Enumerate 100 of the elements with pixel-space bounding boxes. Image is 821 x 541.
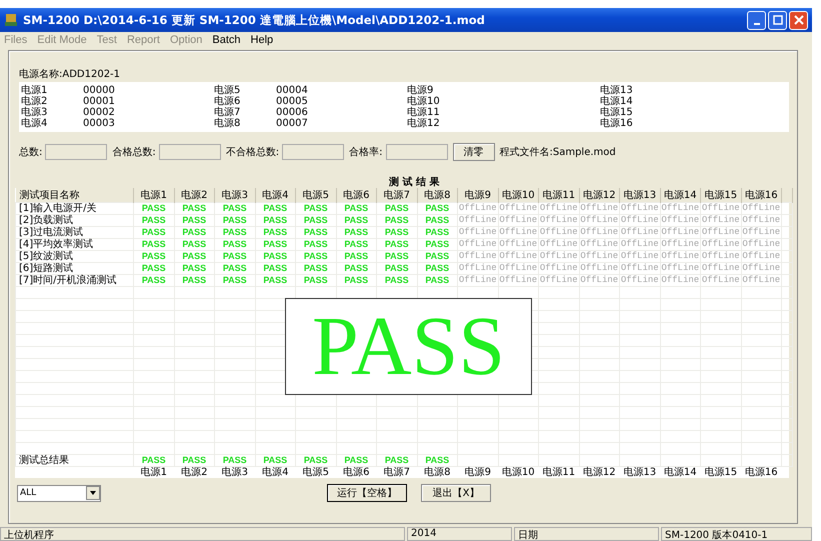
test-item-name: [1]输入电源开/关 — [16, 202, 134, 214]
result-cell: PASS — [214, 238, 255, 250]
result-cell: PASS — [336, 238, 376, 250]
result-cell: PASS — [376, 214, 417, 226]
channel-code: 00005 — [276, 96, 308, 107]
result-cell: PASS — [255, 238, 296, 250]
result-cell: PASS — [174, 262, 214, 274]
counter-field[interactable] — [45, 144, 108, 160]
run-button[interactable]: 运行【空格】 — [327, 484, 407, 502]
result-cell: OffLine — [498, 262, 538, 274]
program-file-label: 程式文件名:Sample.mod — [500, 146, 616, 159]
result-cell: OffLine — [741, 262, 782, 274]
result-cell: PASS — [417, 274, 458, 286]
column-footer: 电源10 — [498, 466, 538, 478]
channel-code: 00001 — [83, 96, 115, 107]
result-cell: OffLine — [741, 214, 782, 226]
column-footer: 电源8 — [417, 466, 458, 478]
result-cell: OffLine — [498, 214, 538, 226]
column-header: 电源6 — [336, 188, 376, 202]
counter-field[interactable] — [282, 144, 344, 160]
column-header: 测试项目名称 — [16, 188, 134, 202]
channel-label: 电源5 — [214, 85, 242, 96]
result-cell: PASS — [214, 262, 255, 274]
column-header: 电源15 — [700, 188, 741, 202]
result-cell: OffLine — [579, 214, 620, 226]
column-header: 电源3 — [214, 188, 255, 202]
channel-code: 00003 — [83, 118, 115, 129]
result-cell: PASS — [336, 226, 376, 238]
total-result-label: 测试总结果 — [16, 454, 134, 466]
result-cell: PASS — [376, 226, 417, 238]
result-cell: OffLine — [660, 214, 700, 226]
column-footer: 电源12 — [579, 466, 620, 478]
result-cell: PASS — [296, 226, 336, 238]
result-cell: PASS — [255, 226, 296, 238]
result-cell: OffLine — [620, 262, 660, 274]
minimize-icon — [754, 23, 760, 25]
menu-item[interactable]: Help — [250, 34, 274, 46]
result-cell: OffLine — [660, 238, 700, 250]
maximize-icon — [772, 15, 782, 25]
column-header: 电源7 — [376, 188, 417, 202]
column-footer: 电源11 — [538, 466, 579, 478]
menu-item[interactable]: Batch — [212, 34, 241, 46]
results-title: 测 试 结 果 — [389, 176, 440, 188]
result-cell: OffLine — [620, 238, 660, 250]
result-cell: OffLine — [538, 250, 579, 262]
maximize-button[interactable] — [768, 10, 787, 30]
result-cell: OffLine — [538, 226, 579, 238]
channel-label: 电源4 — [21, 118, 48, 129]
total-result-cell: PASS — [174, 454, 214, 466]
result-cell: PASS — [134, 226, 174, 238]
test-item-name: [6]短路测试 — [16, 262, 134, 274]
minimize-button[interactable] — [747, 10, 766, 30]
column-footer: 电源7 — [376, 466, 417, 478]
filter-dropdown[interactable]: ALL — [17, 484, 101, 502]
column-footer: 电源15 — [700, 466, 741, 478]
total-result-cell: PASS — [214, 454, 255, 466]
channel-code: 00002 — [83, 107, 115, 118]
result-cell: OffLine — [741, 202, 782, 214]
column-footer: 电源4 — [255, 466, 296, 478]
counter-field[interactable] — [386, 144, 448, 160]
test-item-name: [2]负载测试 — [16, 214, 134, 226]
result-cell: OffLine — [458, 250, 498, 262]
total-result-cell: PASS — [336, 454, 376, 466]
result-cell: PASS — [255, 214, 296, 226]
channel-label: 电源7 — [214, 107, 242, 118]
column-header: 电源8 — [417, 188, 458, 202]
exit-button[interactable]: 退出【X】 — [421, 484, 491, 502]
total-result-cell: PASS — [376, 454, 417, 466]
result-cell: PASS — [134, 262, 174, 274]
close-icon — [794, 15, 804, 25]
column-header: 电源4 — [255, 188, 296, 202]
result-cell: OffLine — [579, 226, 620, 238]
channel-label: 电源3 — [21, 107, 48, 118]
result-cell: PASS — [417, 262, 458, 274]
result-cell: OffLine — [660, 262, 700, 274]
result-cell: OffLine — [660, 274, 700, 286]
result-cell: PASS — [376, 274, 417, 286]
result-cell: OffLine — [458, 214, 498, 226]
result-cell: OffLine — [620, 202, 660, 214]
result-cell: OffLine — [620, 214, 660, 226]
result-cell: OffLine — [579, 202, 620, 214]
result-cell: PASS — [376, 262, 417, 274]
result-cell: PASS — [174, 238, 214, 250]
channel-code: 00007 — [276, 118, 308, 129]
channel-code: 00004 — [276, 85, 308, 96]
result-cell: PASS — [296, 262, 336, 274]
channel-label: 电源2 — [21, 96, 48, 107]
close-button[interactable] — [789, 10, 808, 30]
column-header: 电源5 — [296, 188, 336, 202]
channel-label: 电源14 — [600, 96, 634, 107]
status-panel: SM-1200 版本0410-1 — [661, 527, 812, 541]
channel-label: 电源6 — [214, 96, 242, 107]
counter-field[interactable] — [158, 144, 221, 160]
result-cell: OffLine — [700, 262, 741, 274]
result-cell: OffLine — [579, 262, 620, 274]
clear-button[interactable]: 清零 — [452, 143, 494, 161]
result-cell: PASS — [296, 214, 336, 226]
result-cell: PASS — [376, 238, 417, 250]
channel-label: 电源8 — [214, 118, 242, 129]
test-item-name: [7]时间/开机浪涌测试 — [16, 274, 134, 286]
